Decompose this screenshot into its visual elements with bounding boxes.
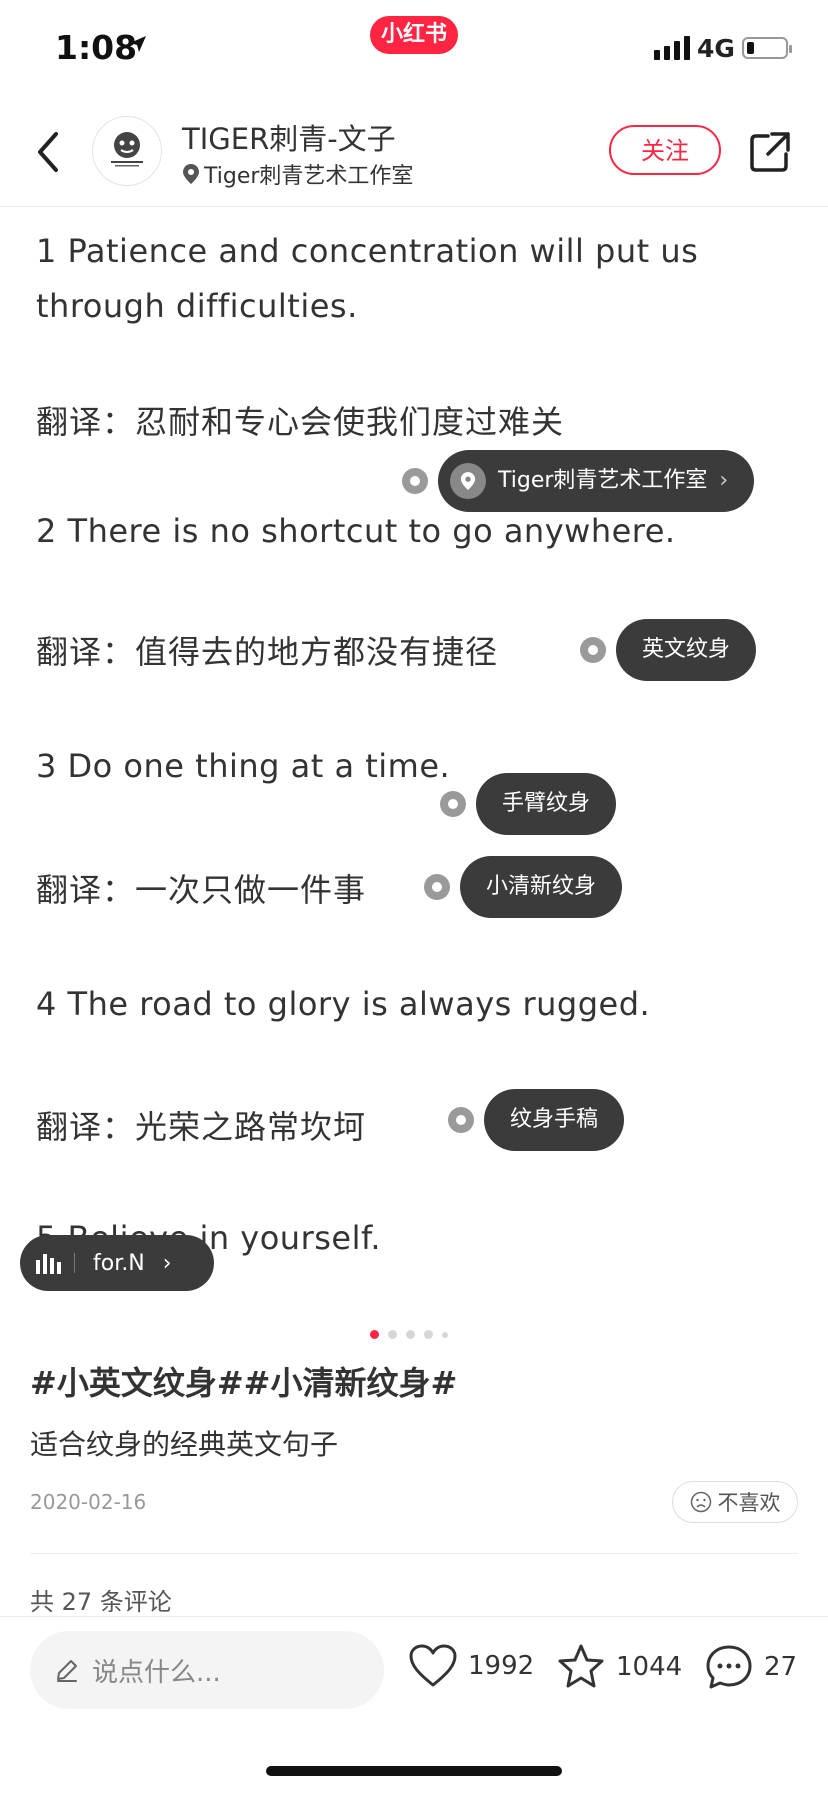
author-name[interactable]: TIGER刺青-文子 (182, 116, 396, 158)
note-text-line: through difficulties. (36, 287, 358, 325)
location-tag-label: Tiger刺青艺术工作室 (498, 468, 708, 493)
note-text-line: 翻译：忍耐和专心会使我们度过难关 (36, 403, 565, 441)
back-icon[interactable] (28, 128, 68, 176)
note-text-line: 2 There is no shortcut to go anywhere. (36, 512, 676, 550)
divider (30, 1553, 798, 1554)
heart-icon (409, 1644, 457, 1687)
dislike-label: 不喜欢 (717, 1491, 781, 1515)
app-badge: 小红书 (370, 16, 458, 54)
comment-placeholder: 说点什么... (92, 1657, 221, 1688)
tag-dot-icon (402, 468, 428, 494)
note-description: 适合纹身的经典英文句子 (30, 1428, 339, 1461)
collect-count: 1044 (616, 1652, 683, 1682)
comment-button[interactable]: 27 (704, 1643, 797, 1691)
note-image[interactable]: 1 Patience and concentration will put us… (0, 207, 828, 1300)
note-text-line: 翻译：光荣之路常坎坷 (36, 1108, 367, 1146)
like-button[interactable]: 1992 (408, 1643, 534, 1689)
location-tag-pill[interactable]: Tiger刺青艺术工作室 › (438, 450, 755, 512)
tag-arm[interactable]: 手臂纹身 (440, 773, 617, 835)
comment-total: 27 (764, 1652, 798, 1682)
note-text-line: 翻译：值得去的地方都没有捷径 (36, 633, 499, 671)
note-text-line: 翻译：一次只做一件事 (36, 871, 367, 909)
status-bar: 1:08 小红书 4G (0, 0, 828, 100)
tag-fresh[interactable]: 小清新纹身 (424, 856, 623, 918)
page-dot-active (370, 1330, 379, 1339)
location-pin-icon (450, 463, 486, 499)
status-time: 1:08 (55, 28, 138, 67)
tag-pill[interactable]: 小清新纹身 (460, 856, 623, 918)
page-dot (442, 1331, 448, 1338)
sad-face-icon (690, 1491, 711, 1513)
image-pagination (370, 1330, 457, 1339)
bottom-action-bar: 说点什么... 1992 1044 27 (0, 1616, 828, 1793)
tag-pill[interactable]: 英文纹身 (616, 619, 757, 681)
tag-dot-icon (580, 637, 606, 663)
location-arrow-icon (130, 36, 146, 52)
music-label: for.N (93, 1250, 145, 1276)
comment-input[interactable]: 说点什么... (30, 1631, 384, 1709)
network-type: 4G (697, 34, 735, 63)
comment-bubble-icon (706, 1645, 752, 1689)
note-header: TIGER刺青-文子 Tiger刺青艺术工作室 关注 (0, 100, 828, 207)
note-text-line: 1 Patience and concentration will put us (36, 232, 699, 270)
author-location-label: Tiger刺青艺术工作室 (204, 164, 414, 189)
page-dot (388, 1330, 397, 1339)
chevron-right-icon: › (719, 468, 729, 493)
home-indicator (266, 1766, 562, 1776)
note-hashtags[interactable]: #小英文纹身##小清新纹身# (30, 1358, 457, 1404)
page-dot (424, 1330, 433, 1339)
author-location[interactable]: Tiger刺青艺术工作室 (182, 158, 413, 190)
tag-draft[interactable]: 纹身手稿 (448, 1089, 625, 1151)
tag-english[interactable]: 英文纹身 (580, 619, 757, 681)
page-dot (406, 1330, 415, 1339)
author-avatar[interactable] (92, 116, 162, 186)
music-bars-icon (36, 1254, 61, 1274)
follow-button[interactable]: 关注 (609, 125, 721, 175)
music-chip[interactable]: for.N › (20, 1235, 214, 1291)
share-icon[interactable] (748, 130, 792, 174)
tiger-logo-icon (111, 132, 143, 167)
signal-icon (654, 36, 690, 60)
tag-dot-icon (440, 791, 466, 817)
pencil-icon (57, 1660, 77, 1682)
star-icon (558, 1644, 604, 1688)
location-tag[interactable]: Tiger刺青艺术工作室 › (402, 450, 755, 512)
note-date: 2020-02-16 (30, 1490, 147, 1514)
tag-dot-icon (448, 1107, 474, 1133)
note-text-line: 4 The road to glory is always rugged. (36, 985, 651, 1023)
chevron-right-icon: › (162, 1250, 172, 1276)
location-pin-icon (183, 164, 199, 184)
like-count: 1992 (468, 1651, 535, 1681)
dislike-button[interactable]: 不喜欢 (672, 1481, 798, 1523)
tag-pill[interactable]: 纹身手稿 (484, 1089, 625, 1151)
collect-button[interactable]: 1044 (556, 1643, 682, 1691)
note-text-line: 3 Do one thing at a time. (36, 747, 451, 785)
comment-count: 共 27 条评论 (30, 1588, 172, 1616)
tag-dot-icon (424, 874, 450, 900)
tag-pill[interactable]: 手臂纹身 (476, 773, 617, 835)
battery-icon (742, 37, 792, 59)
